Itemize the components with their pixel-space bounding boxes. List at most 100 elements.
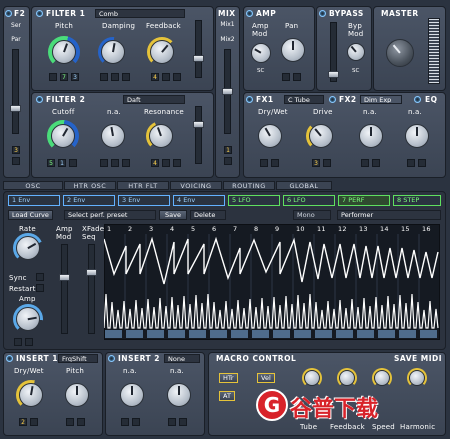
insert1-type-dropdown[interactable]: FrqShift: [58, 354, 98, 363]
filter1-level-slider[interactable]: [193, 20, 204, 78]
amp-power-button[interactable]: [246, 10, 253, 17]
seq-tab-6-lfo[interactable]: 6 LFO: [283, 195, 335, 206]
filter-routing-slider[interactable]: [10, 49, 21, 134]
filter2-na-mod-3[interactable]: [122, 159, 130, 167]
bypass-power-button[interactable]: [319, 10, 326, 17]
mono-dropdown[interactable]: Mono: [293, 210, 331, 220]
filter1-power-button[interactable]: [36, 10, 43, 17]
filter2-resonance-mod-1[interactable]: 4: [151, 159, 159, 167]
filter1-feedback-mod-1[interactable]: 4: [151, 73, 159, 81]
filter1-damping-mod-3[interactable]: [122, 73, 130, 81]
fx1-drywet-mod-2[interactable]: [271, 159, 279, 167]
bypass-mod-knob[interactable]: [346, 42, 366, 62]
rate-knob[interactable]: [13, 233, 43, 263]
step-number-11[interactable]: 11: [317, 225, 326, 233]
filter2-cutoff-mod-3[interactable]: [69, 159, 77, 167]
filter1-pitch-mod-1[interactable]: [49, 73, 57, 81]
step-number-16[interactable]: 16: [422, 225, 431, 233]
insert2-mod-3[interactable]: [168, 418, 176, 426]
fx1-drywet-knob[interactable]: [256, 122, 284, 150]
macro-knob-4[interactable]: [407, 368, 427, 388]
fx1-drive-mod-1[interactable]: 3: [312, 159, 320, 167]
step-number-2[interactable]: 2: [128, 225, 132, 233]
restart-toggle[interactable]: [36, 284, 44, 292]
fx2-power-button[interactable]: [329, 96, 336, 103]
filter2-na-mod-2[interactable]: [111, 159, 119, 167]
filter1-pitch-mod-3[interactable]: 3: [71, 73, 79, 81]
insert1-pitch-mod[interactable]: [66, 418, 74, 426]
step-number-3[interactable]: 3: [149, 225, 153, 233]
filter1-pitch-mod-2[interactable]: 7: [60, 73, 68, 81]
filter2-cutoff-mod-1[interactable]: 5: [47, 159, 55, 167]
insert2-na-knob-1[interactable]: [118, 381, 146, 409]
step-number-4[interactable]: 4: [170, 225, 174, 233]
fx1-power-button[interactable]: [246, 96, 253, 103]
fx1-na-knob-1[interactable]: [357, 122, 385, 150]
seq-tab-1-env[interactable]: 1 Env: [8, 195, 60, 206]
tab-osc[interactable]: OSC: [3, 181, 63, 190]
amp-mod-slider[interactable]: [59, 244, 70, 334]
macro-at-button[interactable]: AT: [219, 391, 235, 401]
fx1-na-mod-2[interactable]: [372, 159, 380, 167]
fx1-na-knob-2[interactable]: [403, 122, 431, 150]
fx1-drive-mod-2[interactable]: [323, 159, 331, 167]
filter2-na-knob[interactable]: [99, 122, 127, 150]
filter1-feedback-mod-3[interactable]: [173, 73, 181, 81]
insert2-na-knob-2[interactable]: [165, 381, 193, 409]
f2-power-button[interactable]: [5, 10, 12, 17]
macro-vel-button[interactable]: Vel: [257, 373, 275, 383]
seq-tab-2-env[interactable]: 2 Env: [63, 195, 115, 206]
step-number-6[interactable]: 6: [212, 225, 216, 233]
fx2-type-dropdown[interactable]: Dim Exp: [360, 95, 402, 104]
step-number-5[interactable]: 5: [191, 225, 195, 233]
step-number-9[interactable]: 9: [275, 225, 279, 233]
filter1-pitch-knob[interactable]: [48, 36, 80, 68]
fx1-na-mod-3[interactable]: [407, 159, 415, 167]
filter1-feedback-knob[interactable]: [147, 37, 177, 67]
insert1-drywet-mod-2[interactable]: [30, 418, 38, 426]
fx1-type-dropdown[interactable]: C Tube: [284, 95, 324, 104]
tab-htr-flt[interactable]: HTR FLT: [117, 181, 169, 190]
filter2-power-button[interactable]: [36, 96, 43, 103]
seq-tab-3-env[interactable]: 3 Env: [118, 195, 170, 206]
save-preset-button[interactable]: Save: [159, 210, 187, 220]
bypass-slider[interactable]: [328, 22, 339, 82]
seq-tab-8-step[interactable]: 8 STEP: [393, 195, 441, 206]
macro-htr-button[interactable]: HTr: [219, 373, 238, 383]
amp-mod-box-2[interactable]: [293, 73, 301, 81]
filter1-feedback-mod-2[interactable]: [162, 73, 170, 81]
step-number-7[interactable]: 7: [233, 225, 237, 233]
filter1-damping-knob[interactable]: [98, 37, 128, 67]
filter1-type-dropdown[interactable]: Comb: [95, 9, 185, 18]
amp-mod-box-b[interactable]: [25, 338, 33, 346]
fx1-na-mod-1[interactable]: [361, 159, 369, 167]
filter1-damping-mod-2[interactable]: [111, 73, 119, 81]
load-curve-button[interactable]: Load Curve: [8, 210, 53, 220]
seq-tab-5-lfo[interactable]: 5 LFO: [228, 195, 280, 206]
step-number-14[interactable]: 14: [380, 225, 389, 233]
fx1-drive-knob[interactable]: [306, 121, 336, 151]
macro-knob-3[interactable]: [372, 368, 392, 388]
tab-routing[interactable]: ROUTING: [223, 181, 275, 190]
delete-dropdown[interactable]: Delete: [190, 210, 226, 220]
eq-tab[interactable]: EQ: [425, 95, 438, 104]
performer-dropdown[interactable]: Performer: [337, 210, 441, 220]
filter2-na-mod-1[interactable]: [100, 159, 108, 167]
amp-pan-knob[interactable]: [279, 36, 307, 64]
tab-htr-osc[interactable]: HTR OSC: [64, 181, 116, 190]
filter2-resonance-mod-3[interactable]: [173, 159, 181, 167]
fx1-na-mod-4[interactable]: [418, 159, 426, 167]
f2-mod-box-2[interactable]: [12, 157, 20, 165]
master-volume-knob[interactable]: [385, 38, 415, 68]
filter2-level-slider[interactable]: [193, 106, 204, 164]
step-number-10[interactable]: 10: [296, 225, 305, 233]
insert2-mod-2[interactable]: [132, 418, 140, 426]
step-number-8[interactable]: 8: [254, 225, 258, 233]
amp-mod-knob[interactable]: [250, 42, 272, 64]
insert2-type-dropdown[interactable]: None: [164, 354, 200, 363]
tab-global[interactable]: GLOBAL: [276, 181, 332, 190]
filter2-resonance-mod-2[interactable]: [162, 159, 170, 167]
insert2-mod-1[interactable]: [121, 418, 129, 426]
seq-tab-7-perf[interactable]: 7 PERF: [338, 195, 390, 206]
filter2-cutoff-knob[interactable]: [47, 120, 79, 152]
